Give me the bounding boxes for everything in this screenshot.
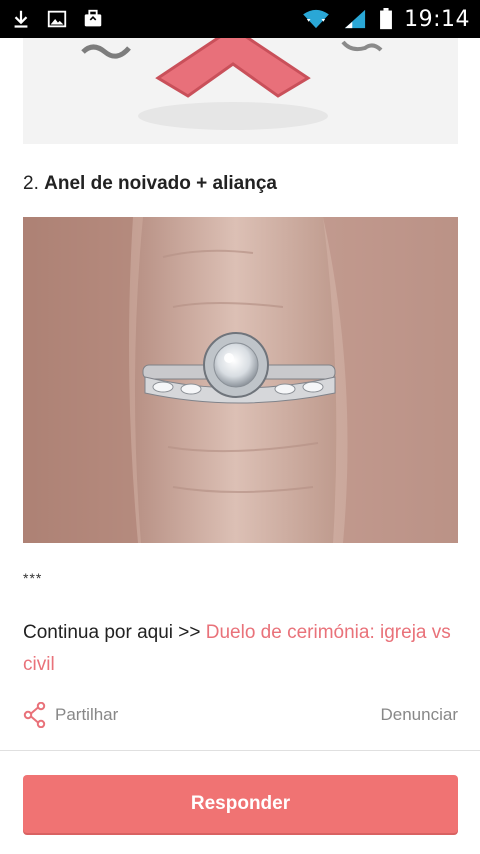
clock: 19:14: [404, 6, 470, 32]
continue-reading: Continua por aqui >> Duelo de cerimónia:…: [23, 617, 453, 681]
wifi-icon: [303, 9, 329, 29]
share-icon: [23, 702, 46, 728]
notification-icons: [10, 8, 104, 30]
briefcase-icon: [84, 9, 102, 27]
status-bar: 19:14: [0, 0, 480, 38]
section-number: 2.: [23, 173, 39, 194]
section-title: Anel de noivado + aliança: [44, 173, 277, 194]
continue-prefix: Continua por aqui >>: [23, 622, 206, 643]
download-icon: [14, 10, 28, 28]
ring-photo[interactable]: [23, 217, 458, 543]
previous-image: [23, 38, 458, 144]
section-heading: 2. Anel de noivado + aliança: [23, 173, 277, 195]
share-label: Partilhar: [55, 705, 119, 724]
separator-stars: ***: [23, 570, 43, 586]
share-button[interactable]: Partilhar: [23, 702, 118, 728]
image-icon: [47, 10, 67, 28]
report-button[interactable]: Denunciar: [381, 705, 459, 725]
reply-button[interactable]: Responder: [23, 775, 458, 833]
system-icons: 19:14: [300, 7, 470, 32]
divider: [0, 750, 480, 751]
signal-icon: [345, 9, 366, 29]
post-actions: Partilhar Denunciar: [23, 700, 458, 730]
battery-icon: [380, 8, 393, 30]
